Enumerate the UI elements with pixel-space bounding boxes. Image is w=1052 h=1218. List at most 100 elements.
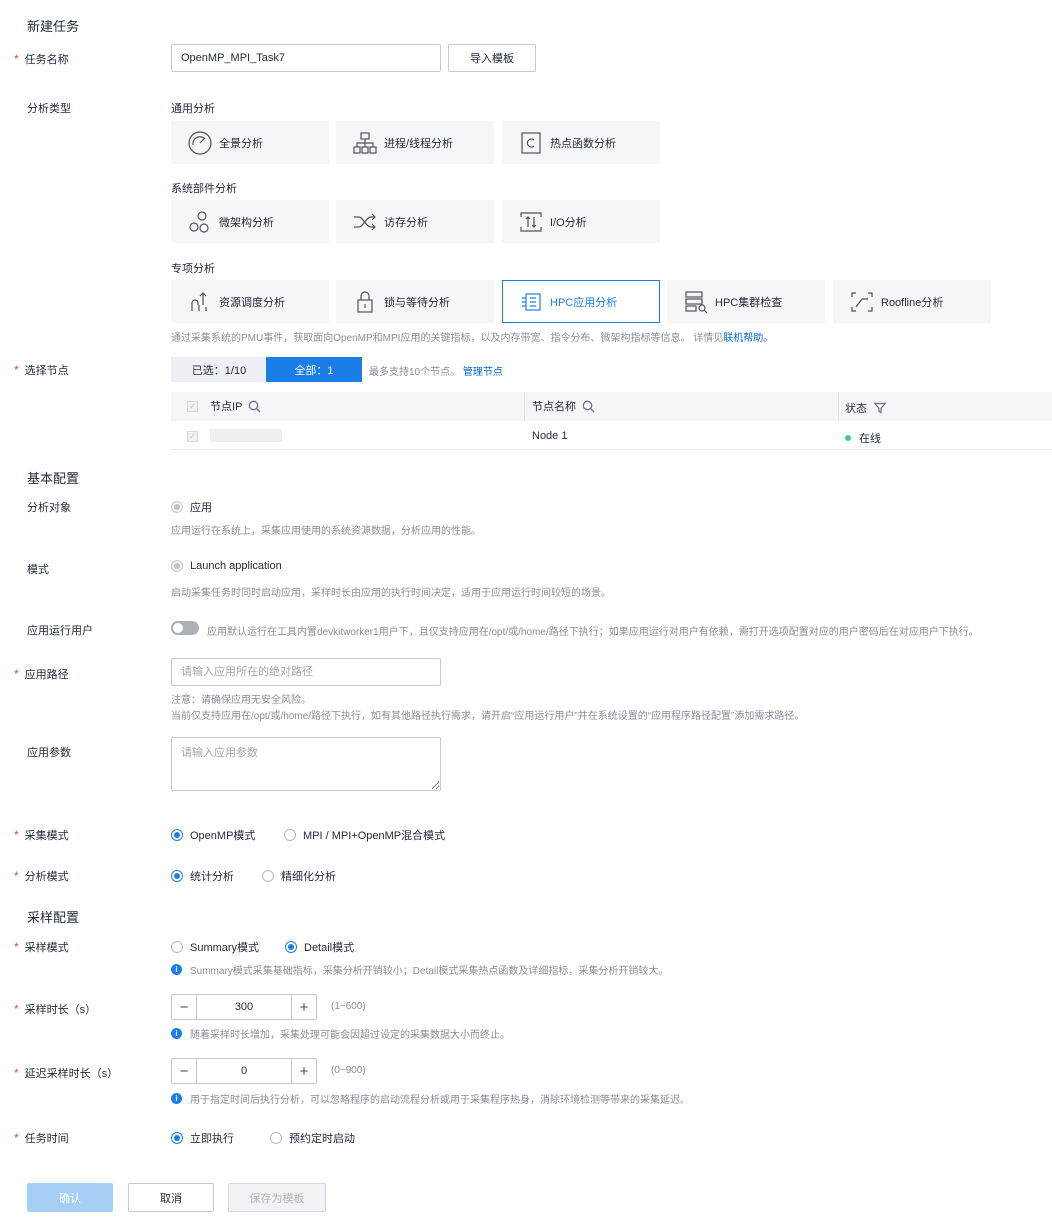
card-label: 访存分析 — [384, 216, 428, 229]
cluster-check-icon — [683, 289, 709, 315]
task-name-input[interactable] — [171, 44, 441, 72]
card-roofline-analysis[interactable]: Roofline分析 — [833, 280, 991, 323]
radio-scheduled-start[interactable]: 预约定时启动 — [270, 1130, 355, 1146]
resource-schedule-icon — [187, 289, 213, 315]
delay-duration-stepper[interactable]: − 0 + — [171, 1058, 317, 1084]
search-icon[interactable] — [248, 400, 261, 413]
run-user-description: 应用默认运行在工具内置devkitworker1用户下，且仅支持应用在/opt/… — [207, 627, 979, 638]
table-row[interactable] — [171, 421, 1052, 450]
radio-target-app[interactable]: 应用 — [171, 499, 212, 515]
confirm-button[interactable]: 确认 — [27, 1183, 113, 1212]
process-tree-icon — [352, 130, 378, 156]
card-lock-wait-analysis[interactable]: 锁与等待分析 — [336, 280, 494, 323]
radio-openmp-mode[interactable]: OpenMP模式 — [171, 827, 255, 843]
plus-icon[interactable]: + — [292, 1059, 316, 1083]
sample-mode-label: * 采样模式 — [14, 940, 69, 954]
minus-icon[interactable]: − — [172, 1059, 196, 1083]
group-title-system: 系统部件分析 — [171, 183, 237, 195]
task-time-label: * 任务时间 — [14, 1131, 69, 1145]
radio-mpi-mode[interactable]: MPI / MPI+OpenMP混合模式 — [284, 827, 445, 843]
analysis-mode-label: * 分析模式 — [14, 869, 69, 883]
search-icon[interactable] — [582, 400, 595, 413]
col-status: 状态 — [845, 400, 886, 416]
roofline-icon — [849, 289, 875, 315]
microarch-icon — [187, 209, 213, 235]
card-label: 全景分析 — [219, 137, 263, 150]
section-title-new-task: 新建任务 — [27, 19, 80, 34]
col-node-ip: 节点IP — [210, 398, 261, 414]
info-icon: i — [171, 1093, 182, 1104]
card-hotspot-function-analysis[interactable]: 热点函数分析 — [502, 121, 660, 164]
sample-duration-stepper[interactable]: − 300 + — [171, 994, 317, 1020]
card-hpc-app-analysis[interactable]: HPC应用分析 — [502, 280, 660, 323]
cancel-button[interactable]: 取消 — [128, 1183, 214, 1212]
radio-execute-now[interactable]: 立即执行 — [171, 1130, 234, 1146]
card-resource-schedule-analysis[interactable]: 资源调度分析 — [171, 280, 329, 323]
card-panorama-analysis[interactable]: 全景分析 — [171, 121, 329, 164]
card-label: I/O分析 — [550, 216, 587, 229]
app-params-label: 应用参数 — [27, 747, 71, 759]
app-path-input[interactable] — [171, 658, 441, 686]
save-as-template-button[interactable]: 保存为模板 — [228, 1183, 326, 1212]
radio-launch-application[interactable]: Launch application — [171, 560, 282, 572]
app-params-textarea[interactable] — [171, 737, 441, 791]
card-memory-access-analysis[interactable]: 访存分析 — [336, 200, 494, 243]
card-hpc-cluster-check[interactable]: HPC集群检查 — [667, 280, 825, 323]
lock-icon — [352, 289, 378, 315]
shuffle-icon — [352, 209, 378, 235]
delay-duration-value[interactable]: 0 — [196, 1059, 292, 1083]
card-label: 资源调度分析 — [219, 296, 285, 309]
sample-duration-range: (1~600) — [331, 1001, 366, 1012]
hpc-app-icon — [518, 289, 544, 315]
filter-icon[interactable] — [874, 402, 886, 414]
node-table-header — [171, 392, 1052, 421]
gauge-icon — [187, 130, 213, 156]
card-label: 热点函数分析 — [550, 137, 616, 150]
manage-nodes-link[interactable]: 管理节点 — [463, 367, 503, 378]
import-template-button[interactable]: 导入模板 — [448, 44, 536, 72]
radio-summary-mode[interactable]: Summary模式 — [171, 939, 259, 955]
io-icon — [518, 209, 544, 235]
delay-duration-info: i 用于指定时间后执行分析，可以忽略程序的启动流程分析或用于采集程序热身，消除环境… — [171, 1091, 690, 1106]
radio-fine-analysis[interactable]: 精细化分析 — [262, 868, 336, 884]
online-help-link[interactable]: 联机帮助。 — [723, 333, 773, 344]
card-label: 锁与等待分析 — [384, 296, 450, 309]
run-user-label: 应用运行用户 — [27, 625, 93, 637]
card-label: HPC集群检查 — [715, 296, 783, 309]
mode-description: 启动采集任务时同时启动应用，采样时长由应用的执行时间决定，适用于应用运行时间较短… — [171, 588, 611, 599]
card-process-thread-analysis[interactable]: 进程/线程分析 — [336, 121, 494, 164]
plus-icon[interactable]: + — [292, 995, 316, 1019]
row-checkbox[interactable]: ✓ — [187, 430, 198, 442]
sample-duration-info: i 随着采样时长增加，采集处理可能会因超过设定的采集数据大小而终止。 — [171, 1026, 510, 1041]
node-select-label: * 选择节点 — [14, 363, 69, 377]
info-icon: i — [171, 1028, 182, 1039]
column-divider — [524, 392, 525, 421]
select-all-checkbox[interactable]: ✓ — [187, 400, 198, 412]
node-hint: 最多支持10个节点。 管理节点 — [369, 367, 503, 378]
tab-all-nodes[interactable]: 全部：1 — [266, 357, 362, 382]
column-divider — [838, 392, 839, 421]
group-title-general: 通用分析 — [171, 103, 215, 115]
card-label: 进程/线程分析 — [384, 137, 454, 150]
analysis-description: 通过采集系统的PMU事件，获取面向OpenMP和MPI应用的关键指标，以及内存带… — [171, 333, 774, 344]
sample-mode-info: i Summary模式采集基础指标，采集分析开销较小；Detail模式采集热点函数… — [171, 962, 668, 977]
app-path-label: * 应用路径 — [14, 667, 69, 681]
function-c-icon — [518, 130, 544, 156]
minus-icon[interactable]: − — [172, 995, 196, 1019]
node-status-cell: 在线 — [845, 430, 881, 446]
radio-detail-mode[interactable]: Detail模式 — [285, 939, 354, 955]
delay-duration-range: (0~900) — [331, 1065, 366, 1076]
task-name-label: * 任务名称 — [14, 52, 69, 66]
node-ip-masked — [210, 429, 282, 442]
delay-duration-label: * 延迟采样时长（s） — [14, 1066, 119, 1080]
status-dot — [845, 435, 851, 441]
card-microarch-analysis[interactable]: 微架构分析 — [171, 200, 329, 243]
analysis-type-label: 分析类型 — [27, 103, 71, 115]
card-io-analysis[interactable]: I/O分析 — [502, 200, 660, 243]
card-label: HPC应用分析 — [550, 296, 618, 309]
analysis-target-label: 分析对象 — [27, 502, 71, 514]
sample-duration-value[interactable]: 300 — [196, 995, 292, 1019]
tab-selected-nodes[interactable]: 已选：1/10 — [171, 357, 267, 382]
radio-statistical-analysis[interactable]: 统计分析 — [171, 868, 234, 884]
run-user-toggle[interactable] — [171, 621, 199, 635]
